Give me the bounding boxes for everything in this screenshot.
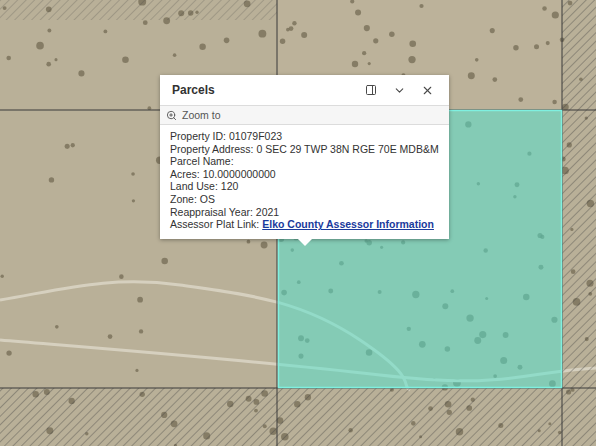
parcel-popup: Parcels Zoom to Property ID: 01079F023Prop… [160, 75, 449, 239]
collapse-button[interactable] [385, 76, 413, 104]
field-value: 10.0000000000 [203, 168, 276, 180]
field-row: Assessor Plat Link: Elko County Assessor… [170, 218, 439, 231]
field-label: Parcel Name: [170, 155, 234, 167]
field-label: Acres: [170, 168, 200, 180]
popup-title: Parcels [172, 83, 357, 97]
field-label: Property ID: [170, 130, 226, 142]
field-label: Land Use: [170, 180, 218, 192]
field-row: Acres: 10.0000000000 [170, 168, 439, 181]
field-value: 01079F023 [229, 130, 282, 142]
close-icon [421, 84, 434, 97]
field-label: Reappraisal Year: [170, 206, 253, 218]
field-value: 2021 [256, 206, 279, 218]
close-button[interactable] [413, 76, 441, 104]
field-value: OS [200, 193, 215, 205]
field-label: Property Address: [170, 143, 253, 155]
popup-content: Property ID: 01079F023Property Address: … [160, 125, 449, 239]
field-row: Property ID: 01079F023 [170, 130, 439, 143]
chevron-down-icon [393, 84, 406, 97]
dock-icon [365, 84, 377, 96]
field-row: Reappraisal Year: 2021 [170, 206, 439, 219]
field-row: Land Use: 120 [170, 180, 439, 193]
popup-header: Parcels [160, 75, 449, 105]
field-row: Parcel Name: [170, 155, 439, 168]
dock-button[interactable] [357, 76, 385, 104]
field-value: 120 [221, 180, 239, 192]
zoom-icon [166, 110, 177, 121]
zoom-to-label: Zoom to [182, 109, 221, 121]
field-label: Zone: [170, 193, 197, 205]
field-row: Zone: OS [170, 193, 439, 206]
popup-pointer [298, 239, 312, 246]
field-value: 0 SEC 29 TWP 38N RGE 70E MDB&M [256, 143, 438, 155]
zoom-to-action[interactable]: Zoom to [160, 105, 449, 125]
assessor-link[interactable]: Elko County Assessor Information [262, 218, 434, 230]
field-row: Property Address: 0 SEC 29 TWP 38N RGE 7… [170, 143, 439, 156]
map-view[interactable]: Parcels Zoom to Property ID: 01079F023Prop… [0, 0, 596, 446]
field-label: Assessor Plat Link: [170, 218, 259, 230]
